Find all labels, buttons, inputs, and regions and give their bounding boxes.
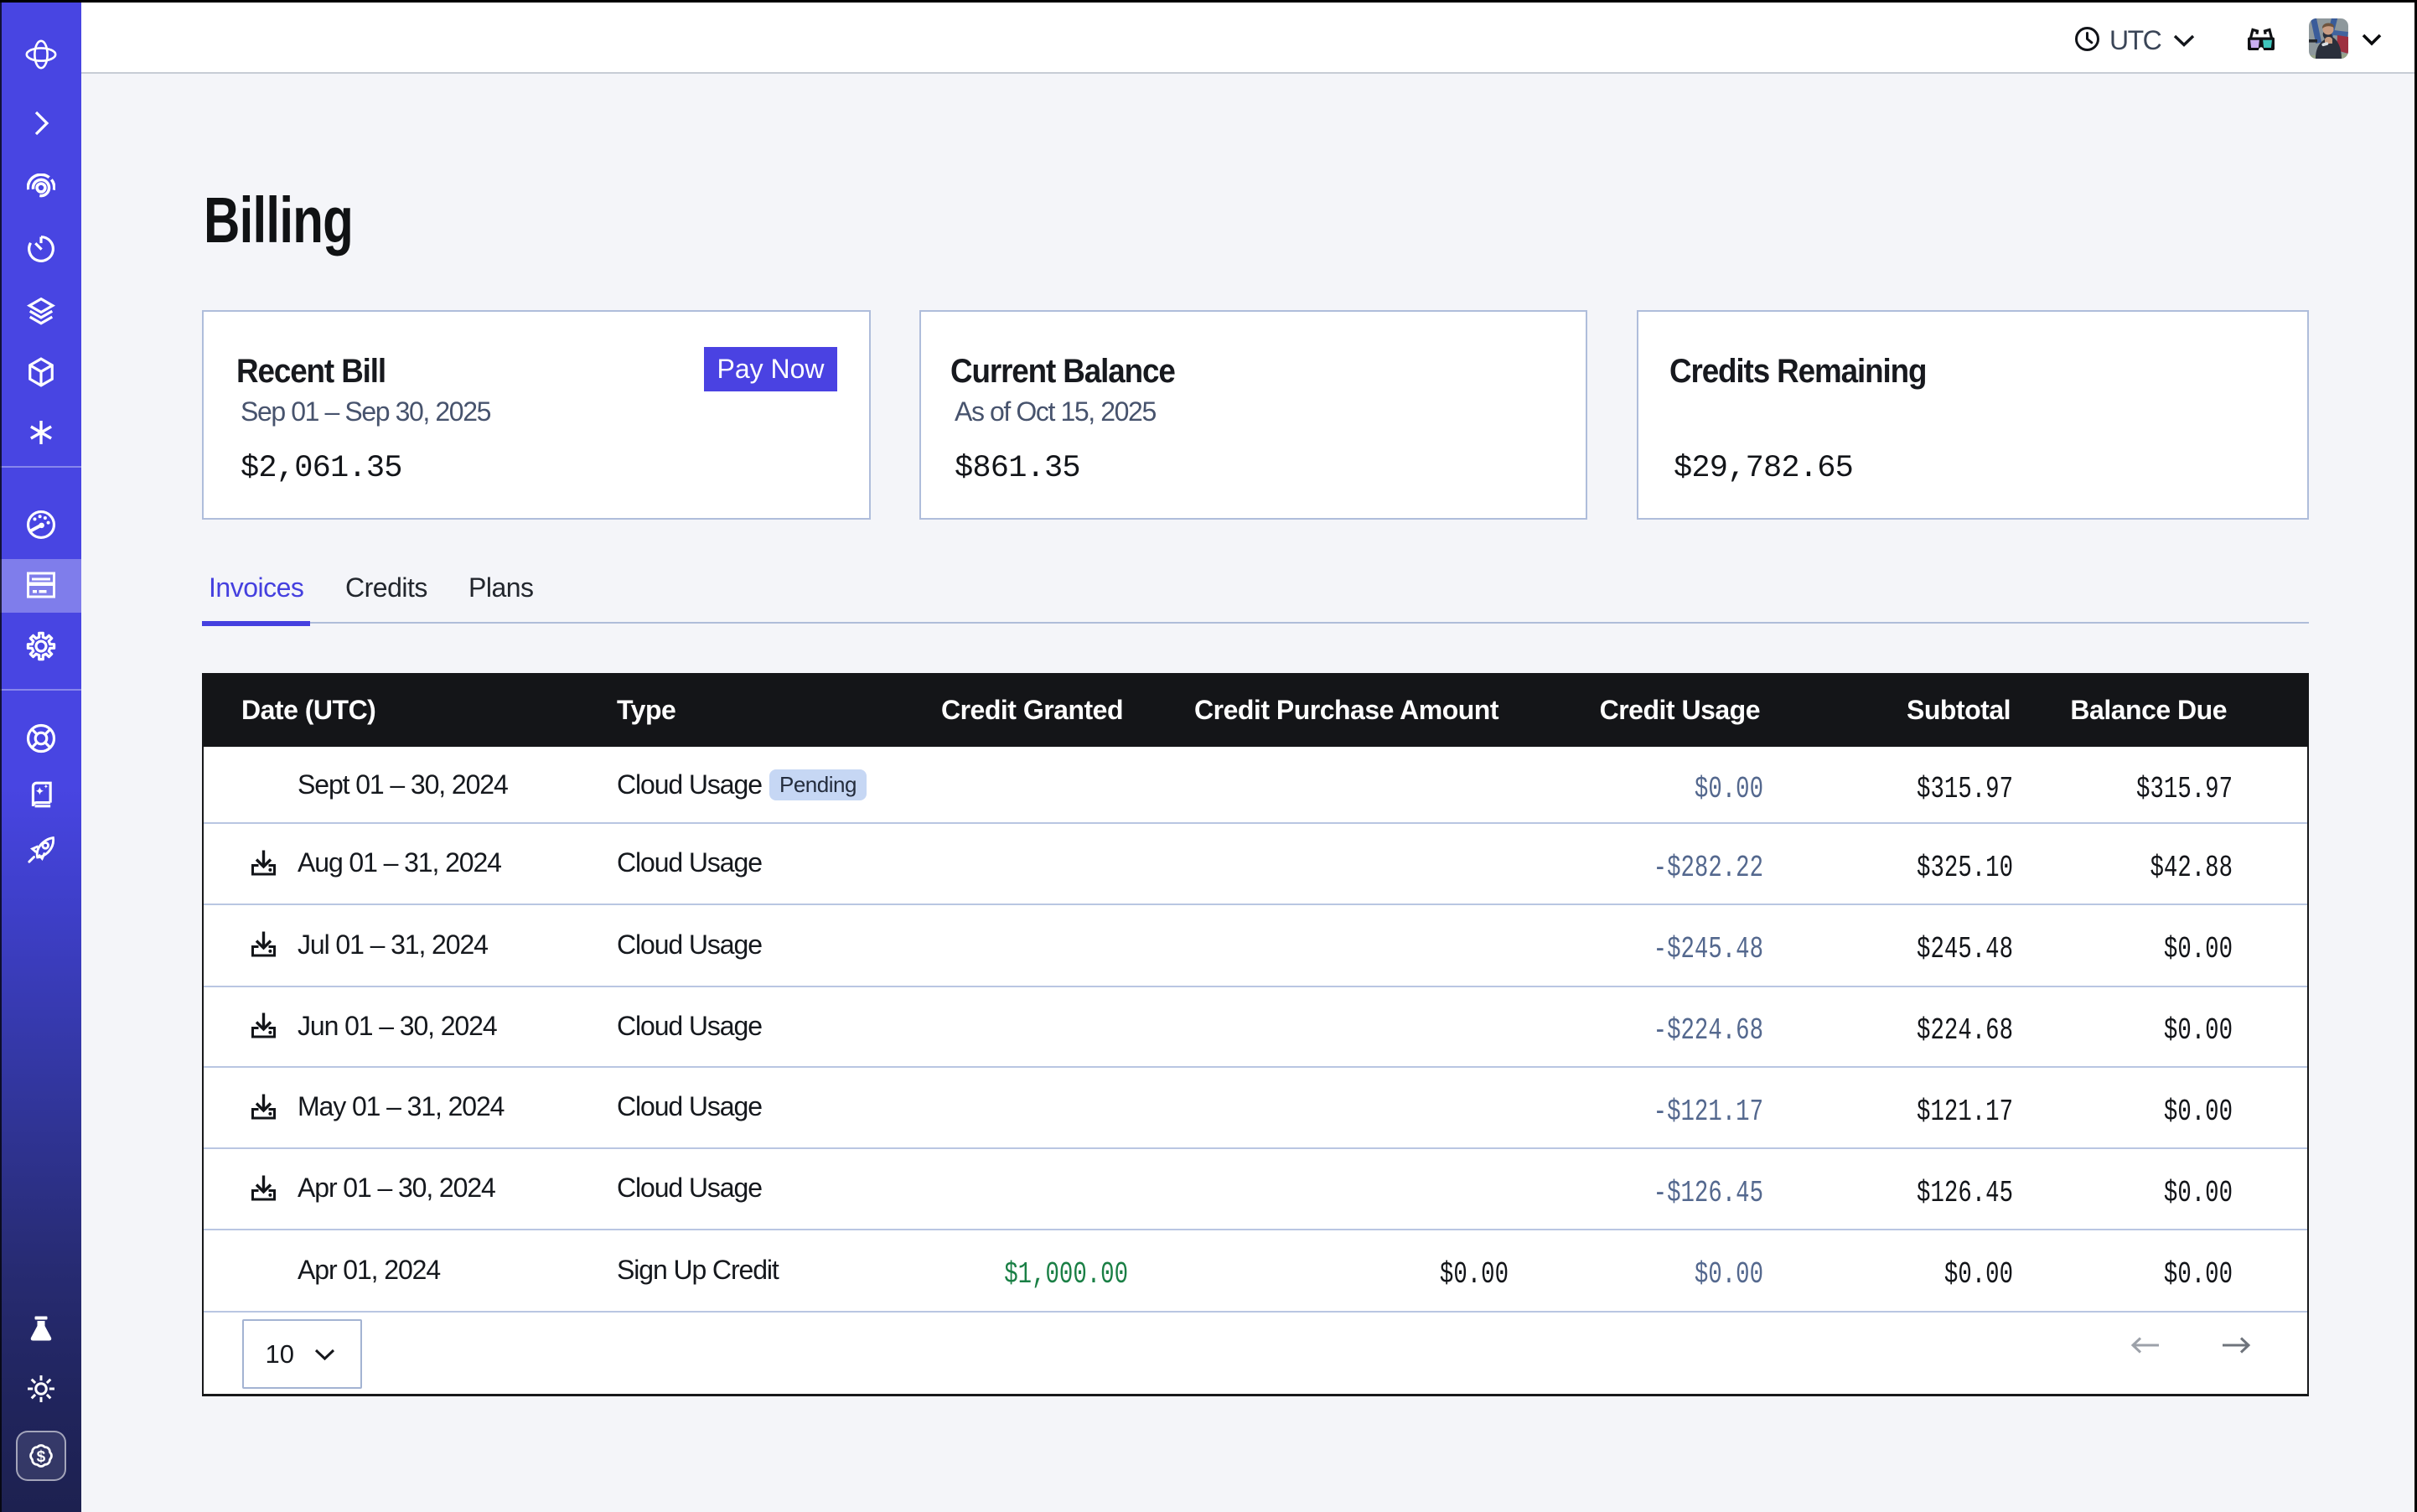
svg-text:$: $ [37,1448,46,1466]
